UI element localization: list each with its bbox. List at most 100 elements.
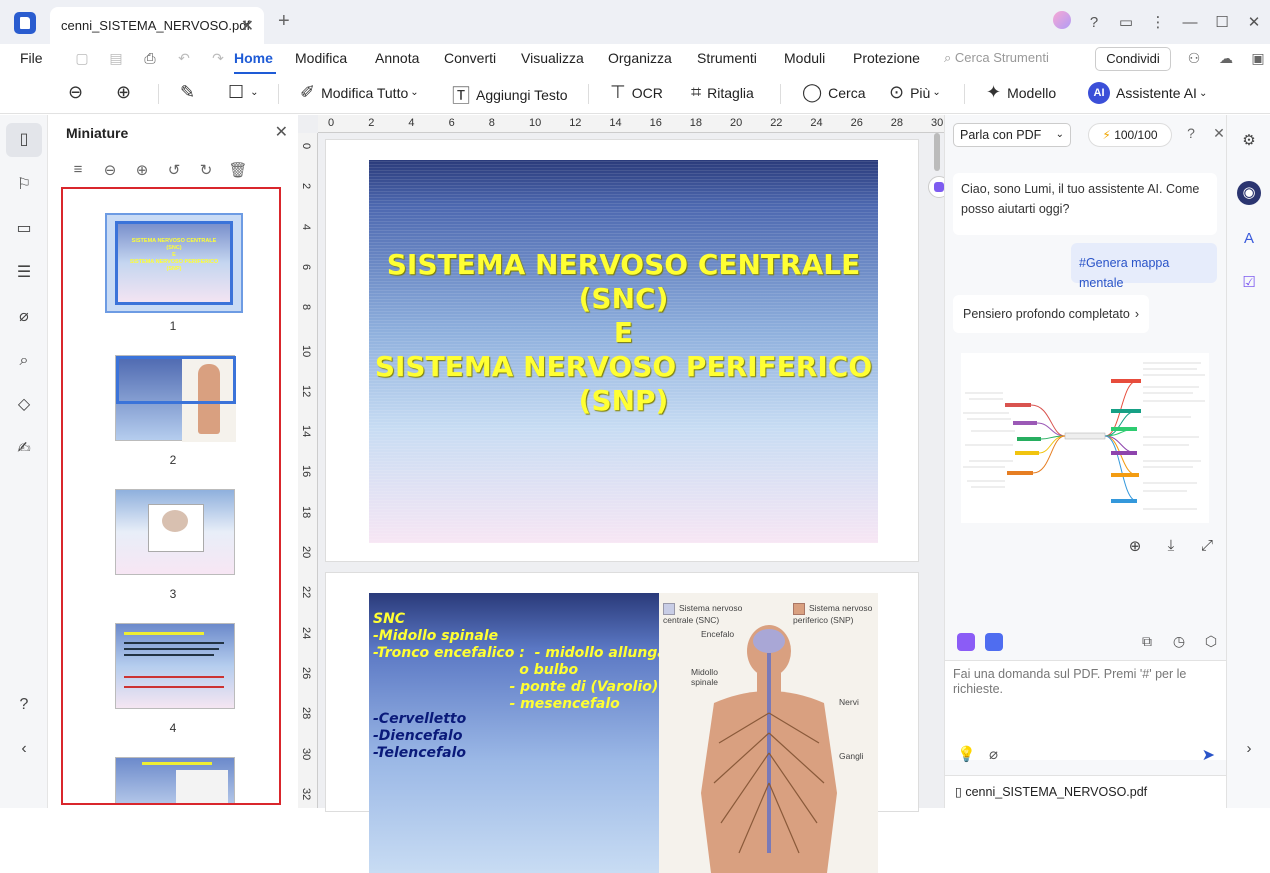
thumbnails-title: Miniature (66, 125, 129, 141)
attached-file[interactable]: ▯ cenni_SISTEMA_NERVOSO.pdf (945, 775, 1227, 808)
menu-protezione[interactable]: Protezione (853, 44, 925, 74)
redo-icon[interactable]: ↷ (206, 50, 230, 67)
crop-label: Ritaglia (707, 84, 754, 101)
menu-moduli[interactable]: Moduli (784, 44, 834, 74)
tab-close-icon[interactable]: ✕ (241, 16, 254, 36)
delete-page-icon[interactable]: 🗑 (222, 161, 254, 179)
help-icon[interactable]: ? (1177, 125, 1205, 142)
undo-icon[interactable]: ↶ (172, 50, 196, 67)
thumbnails-page-icon[interactable]: ▯ (6, 123, 42, 157)
shape-button[interactable]: ☐ ⌄ (228, 82, 259, 103)
thumbnail-page-2[interactable] (115, 355, 236, 442)
rotate-right-icon[interactable]: ↻ (190, 161, 222, 179)
thumbnail-page-3[interactable] (115, 489, 235, 575)
menubar-right-icons: ⚇ ☁ ▣ (1178, 50, 1270, 67)
ai-input-placeholder: Fai una domanda sul PDF. Premi '#' per l… (953, 667, 1187, 696)
translate-tool-icon[interactable] (985, 633, 1003, 651)
thumbnail-page-1[interactable]: SISTEMA NERVOSO CENTRALE (SNC) E SISTEMA NE… (105, 213, 243, 313)
ruler-tick-label: 24 (810, 117, 823, 129)
sort-options-icon[interactable]: ≡ (62, 161, 94, 179)
add-text-button[interactable]: 🅃 Aggiungi Testo (452, 82, 568, 108)
layers-icon[interactable]: ◇ (12, 393, 36, 417)
edit-all-button[interactable]: ✐ Modifica Tutto ⌄ (300, 82, 419, 103)
settings-hex-icon[interactable]: ⬡ (1195, 633, 1227, 650)
menu-converti[interactable]: Converti (444, 44, 502, 74)
signature-icon[interactable]: ✍ (12, 437, 36, 461)
feedback-icon[interactable]: ▭ (1110, 13, 1142, 31)
close-panel-icon[interactable]: ✕ (275, 122, 288, 142)
save-as-icon[interactable]: ▤ (104, 50, 128, 67)
mind-map-preview[interactable] (961, 353, 1209, 523)
fullscreen-icon[interactable]: ⤢ (1189, 537, 1225, 555)
globe-icon[interactable]: ⊕ (1117, 537, 1153, 555)
sitemap-icon[interactable]: ⚇ (1178, 50, 1210, 67)
chevron-down-icon: ⌄ (1055, 129, 1064, 140)
task-check-icon[interactable]: ☑ (1237, 271, 1261, 295)
thumbnail-page-5[interactable] (115, 757, 235, 803)
crop-button[interactable]: ⌗ Ritaglia (691, 82, 754, 103)
history-icon[interactable]: ◷ (1163, 633, 1195, 650)
thumb-zoom-in-icon[interactable]: ⊕ (126, 161, 158, 179)
new-chat-icon[interactable]: ⧉ (1131, 633, 1163, 650)
search-button[interactable]: ◯ Cerca (802, 82, 866, 103)
summarize-tool-icon[interactable] (957, 633, 975, 651)
highlight-button[interactable]: ✎ (180, 82, 201, 103)
share-button[interactable]: Condividi (1095, 47, 1171, 71)
pdf-page-1[interactable]: SISTEMA NERVOSO CENTRALE (SNC) E SISTEMA… (325, 139, 950, 562)
lightbulb-icon[interactable]: 💡 (957, 745, 989, 763)
ai-question-input[interactable]: Fai una domanda sul PDF. Premi '#' per l… (945, 660, 1227, 764)
zoom-in-button[interactable]: ⊕ (116, 82, 137, 103)
more-options-icon[interactable]: ⋮ (1142, 13, 1174, 31)
help-icon[interactable]: ? (12, 693, 36, 717)
ruler-tick-label: 20 (300, 546, 312, 559)
menu-organizza[interactable]: Organizza (608, 44, 678, 74)
thumbnail-page-4[interactable] (115, 623, 235, 709)
thumb-zoom-out-icon[interactable]: ⊖ (94, 161, 126, 179)
minimize-icon[interactable]: — (1174, 14, 1206, 31)
send-icon[interactable]: ➤ (1202, 745, 1215, 765)
template-button[interactable]: ✦ Modello (986, 82, 1056, 103)
menu-strumenti[interactable]: Strumenti (697, 44, 765, 74)
ai-mode-select[interactable]: Parla con PDF ⌄ (953, 123, 1071, 147)
layers-list-icon[interactable]: ☰ (12, 261, 36, 285)
search-tools-placeholder: Cerca Strumenti (954, 50, 1049, 65)
thumbnail-number: 3 (169, 587, 177, 601)
help-icon[interactable]: ? (1078, 14, 1110, 31)
rotate-left-icon[interactable]: ↺ (158, 161, 190, 179)
document-viewer[interactable]: 0 2 4 6 8 10 12 14 16 18 20 22 24 26 28 30 0 2 4 6 8 10 12 14 1… (298, 115, 950, 873)
menu-modifica[interactable]: Modifica (295, 44, 356, 74)
file-menu[interactable]: File (20, 50, 43, 66)
attach-icon[interactable]: ⌀ (989, 745, 1021, 763)
menu-home[interactable]: Home (234, 44, 276, 74)
cloud-upload-icon[interactable]: ☁ (1210, 50, 1242, 67)
pdf-page-2[interactable]: SNC -Midollo spinale -Tronco encefalico … (325, 572, 919, 873)
menu-visualizza[interactable]: Visualizza (521, 44, 589, 74)
viewer-scrollbar[interactable] (934, 133, 940, 171)
search-tools-field[interactable]: ⌕ Cerca Strumenti (944, 50, 1049, 66)
attachment-icon[interactable]: ⌀ (12, 305, 36, 329)
account-avatar[interactable] (1046, 11, 1078, 33)
ai-assistant-button[interactable]: AI Assistente AI ⌄ (1088, 82, 1207, 104)
maximize-icon[interactable]: ☐ (1206, 13, 1238, 31)
properties-sliders-icon[interactable]: ⚙ (1237, 129, 1261, 153)
thinking-complete-toggle[interactable]: Pensiero profondo completato › (953, 295, 1149, 333)
save-icon[interactable]: ▢ (70, 50, 94, 67)
bookmark-icon[interactable]: ⚐ (12, 173, 36, 197)
panel-toggle-icon[interactable]: ▣ (1242, 50, 1270, 67)
more-button[interactable]: ⊙ Più ⌄ (889, 82, 941, 103)
zoom-out-button[interactable]: ⊖ (68, 82, 89, 103)
menu-annota[interactable]: Annota (375, 44, 425, 74)
close-window-icon[interactable]: ✕ (1238, 13, 1270, 31)
download-icon[interactable]: ⤓ (1153, 537, 1189, 555)
ai-credits-badge[interactable]: ⚡ 100/100 (1088, 123, 1172, 147)
new-tab-button[interactable]: + (278, 10, 290, 33)
translate-icon[interactable]: A (1237, 227, 1261, 251)
collapse-left-icon[interactable]: ‹ (12, 737, 36, 761)
search-icon[interactable]: ⌕ (12, 349, 36, 373)
ai-robot-icon[interactable]: ◉ (1237, 181, 1261, 205)
print-icon[interactable]: ⎙ (138, 50, 162, 67)
comment-icon[interactable]: ▭ (12, 217, 36, 241)
ocr-button[interactable]: ⊤ OCR (610, 82, 663, 103)
document-tab[interactable]: cenni_SISTEMA_NERVOSO.pdf ✕ (50, 7, 264, 44)
collapse-right-icon[interactable]: › (1237, 737, 1261, 761)
